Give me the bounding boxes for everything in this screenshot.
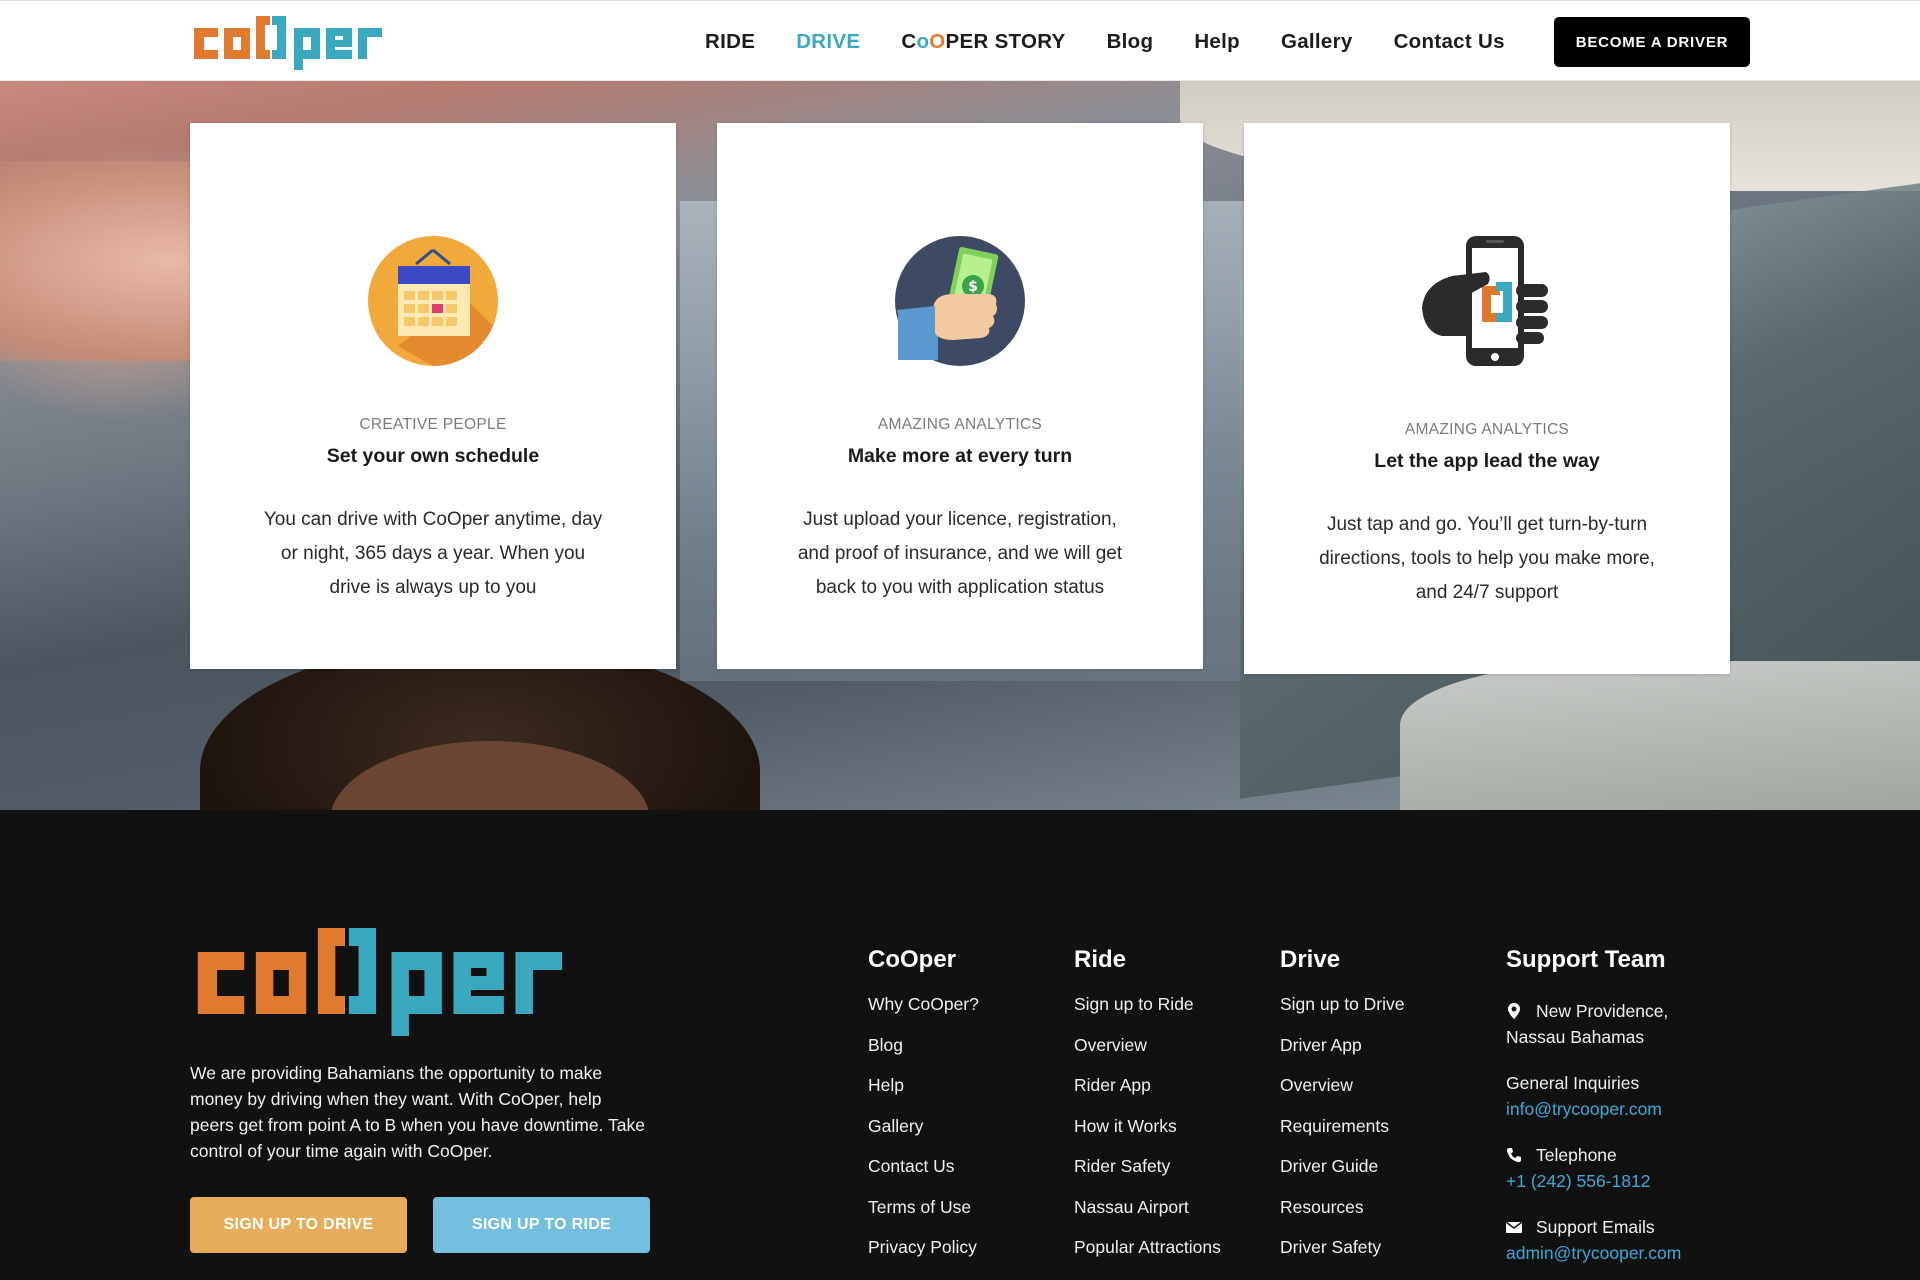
support-address-line1: New Providence, — [1536, 1001, 1669, 1021]
footer-support-team: Support Team New Providence, Nassau Baha… — [1506, 946, 1681, 1263]
support-inquiries-label: General Inquiries — [1506, 1073, 1640, 1093]
card-kicker: AMAZING ANALYTICS — [1404, 421, 1570, 438]
footer-link-contact-us[interactable]: Contact Us — [868, 1156, 979, 1197]
money-hand-icon: $ — [895, 236, 1025, 366]
sign-up-ride-button[interactable]: SIGN UP TO RIDE — [433, 1197, 650, 1253]
support-address-line2: Nassau Bahamas — [1506, 1027, 1645, 1047]
support-address: New Providence, Nassau Bahamas — [1506, 998, 1766, 1050]
support-phone-number[interactable]: +1 (242) 556-1812 — [1506, 1171, 1651, 1191]
footer-column-heading: Ride — [1074, 946, 1127, 973]
cooper-logo[interactable] — [190, 12, 430, 72]
nav-story-o-big: O — [929, 29, 946, 53]
nav-story-rest: PER STORY — [945, 29, 1066, 53]
svg-text:$: $ — [968, 279, 978, 295]
footer-link-requirements[interactable]: Requirements — [1280, 1116, 1405, 1157]
card-kicker: AMAZING ANALYTICS — [877, 416, 1043, 433]
footer-link-sign-up-drive[interactable]: Sign up to Drive — [1280, 994, 1405, 1035]
card-kicker: CREATIVE PEOPLE — [359, 416, 507, 433]
footer-column-ride: Ride Sign up to Ride Overview Rider App … — [1074, 946, 1221, 1278]
support-inquiries-email[interactable]: info@trycooper.com — [1506, 1099, 1662, 1119]
card-title: Make more at every turn — [847, 445, 1073, 467]
feature-card-app: AMAZING ANALYTICS Let the app lead the w… — [1244, 123, 1730, 674]
footer-link-driver-guide[interactable]: Driver Guide — [1280, 1156, 1405, 1197]
footer-link-driver-safety[interactable]: Driver Safety — [1280, 1237, 1405, 1278]
cooper-footer-logo[interactable] — [190, 920, 655, 1040]
become-driver-button[interactable]: BECOME A DRIVER — [1554, 17, 1750, 67]
footer-link-nassau-airport[interactable]: Nassau Airport — [1074, 1197, 1221, 1238]
support-inquiries: General Inquiries info@trycooper.com — [1506, 1070, 1766, 1122]
card-title: Set your own schedule — [326, 445, 540, 467]
support-emails-label: Support Emails — [1536, 1217, 1655, 1237]
card-body: Just upload your licence, registration, … — [797, 509, 1123, 598]
nav-cooper-story[interactable]: CoOPER STORY — [901, 30, 1065, 54]
footer-link-privacy[interactable]: Privacy Policy — [868, 1237, 979, 1278]
card-title: Let the app lead the way — [1374, 450, 1600, 472]
support-admin-email[interactable]: admin@trycooper.com — [1506, 1243, 1681, 1263]
card-body: You can drive with CoOper anytime, day o… — [263, 509, 603, 598]
footer-link-blog[interactable]: Blog — [868, 1035, 979, 1076]
nav-story-o-small: o — [916, 29, 930, 53]
nav-help[interactable]: Help — [1194, 30, 1240, 54]
nav-ride[interactable]: RIDE — [705, 30, 755, 54]
footer-column-cooper: CoOper Why CoOper? Blog Help Gallery Con… — [868, 946, 979, 1278]
nav-blog[interactable]: Blog — [1107, 30, 1154, 54]
footer-column-drive: Drive Sign up to Drive Driver App Overvi… — [1280, 946, 1405, 1278]
footer-column-heading: CoOper — [868, 946, 957, 973]
main-nav: RIDE DRIVE CoOPER STORY Blog Help Galler… — [705, 1, 1505, 82]
support-phone-label: Telephone — [1536, 1145, 1617, 1165]
footer-link-drive-overview[interactable]: Overview — [1280, 1075, 1405, 1116]
phone-icon — [1506, 1148, 1521, 1163]
footer-link-ride-overview[interactable]: Overview — [1074, 1035, 1221, 1076]
site-header: RIDE DRIVE CoOPER STORY Blog Help Galler… — [0, 0, 1920, 81]
footer-link-popular-attractions[interactable]: Popular Attractions — [1074, 1237, 1221, 1278]
hero-car — [1400, 661, 1920, 810]
location-pin-icon — [1508, 1003, 1520, 1019]
footer-link-resources[interactable]: Resources — [1280, 1197, 1405, 1238]
support-phone: Telephone +1 (242) 556-1812 — [1506, 1142, 1766, 1194]
feature-card-schedule: CREATIVE PEOPLE Set your own schedule Yo… — [190, 123, 676, 669]
site-footer: We are providing Bahamians the opportuni… — [0, 810, 1920, 1280]
footer-column-heading: Drive — [1280, 946, 1341, 973]
nav-contact-us[interactable]: Contact Us — [1394, 30, 1505, 54]
footer-link-driver-app[interactable]: Driver App — [1280, 1035, 1405, 1076]
footer-link-rider-app[interactable]: Rider App — [1074, 1075, 1221, 1116]
nav-drive[interactable]: DRIVE — [796, 30, 860, 54]
nav-gallery[interactable]: Gallery — [1281, 30, 1353, 54]
footer-link-sign-up-ride[interactable]: Sign up to Ride — [1074, 994, 1221, 1035]
support-emails: Support Emails admin@trycooper.com — [1506, 1214, 1766, 1266]
footer-link-help[interactable]: Help — [868, 1075, 979, 1116]
footer-link-rider-safety[interactable]: Rider Safety — [1074, 1156, 1221, 1197]
envelope-icon — [1506, 1221, 1522, 1233]
footer-link-how-it-works[interactable]: How it Works — [1074, 1116, 1221, 1157]
sign-up-drive-button[interactable]: SIGN UP TO DRIVE — [190, 1197, 407, 1253]
feature-card-earnings: $ AMAZING ANALYTICS Make more at every t… — [717, 123, 1203, 669]
calendar-icon — [368, 236, 498, 366]
phone-hand-icon — [1422, 236, 1548, 366]
card-body: Just tap and go. You’ll get turn-by-turn… — [1319, 514, 1655, 603]
footer-link-gallery[interactable]: Gallery — [868, 1116, 979, 1157]
footer-column-heading: Support Team — [1506, 946, 1666, 973]
footer-link-why-cooper[interactable]: Why CoOper? — [868, 994, 979, 1035]
footer-link-terms[interactable]: Terms of Use — [868, 1197, 979, 1238]
footer-about-text: We are providing Bahamians the opportuni… — [190, 1063, 645, 1161]
nav-story-c: C — [901, 29, 917, 53]
